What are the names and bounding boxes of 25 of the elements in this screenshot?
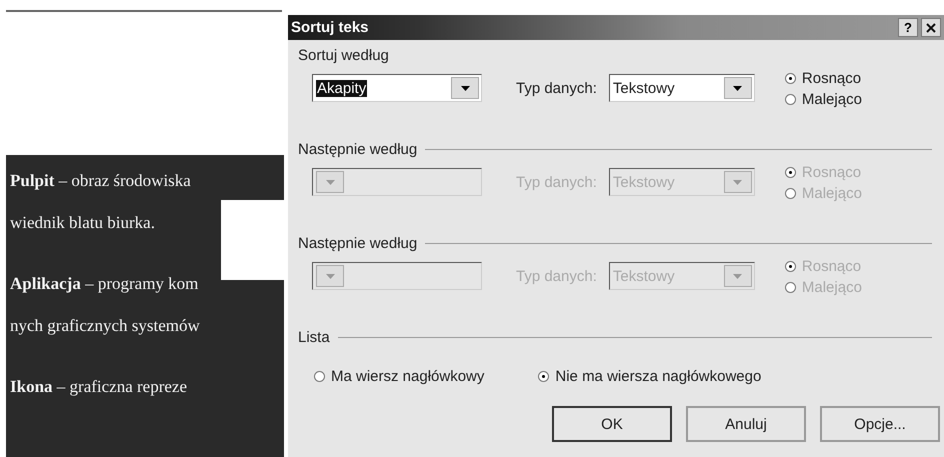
order-radio[interactable]: Rosnąco [784,70,862,87]
group-label: Lista [298,328,330,346]
close-button[interactable] [921,18,941,37]
close-icon [926,22,936,32]
group-label: Sortuj według [298,46,389,64]
order-radio[interactable]: Malejąco [784,91,862,108]
group-label: Następnie według [298,140,418,158]
text-line: nych graficznych systemów [10,315,201,337]
help-button[interactable]: ? [898,18,918,37]
dialog-button[interactable]: Opcje... [820,406,940,442]
data-type-dropdown[interactable]: Tekstowy [608,74,755,102]
data-type-label: Typ danych: [516,268,597,285]
data-type-label: Typ danych: [516,80,597,97]
header-row-radio[interactable]: Ma wiersz nagłówkowy [314,358,484,394]
text-line: wiednik blatu biurka. [10,212,156,234]
dialog-button[interactable]: OK [552,406,672,442]
header-row-radio[interactable]: Nie ma wiersza nagłówkowego [538,358,762,394]
text-line: Aplikacja – programy kom [10,273,200,295]
text-line: Ikona – graficzna repreze [10,376,188,398]
text-line: Pulpit – obraz środowiska [10,170,192,192]
group-label: Następnie według [298,234,418,252]
dialog-button[interactable]: Anuluj [686,406,806,442]
data-type-label: Typ danych: [516,174,597,191]
sort-field-dropdown[interactable]: Akapity [312,74,482,102]
window-title: Sortuj teks [291,19,369,36]
